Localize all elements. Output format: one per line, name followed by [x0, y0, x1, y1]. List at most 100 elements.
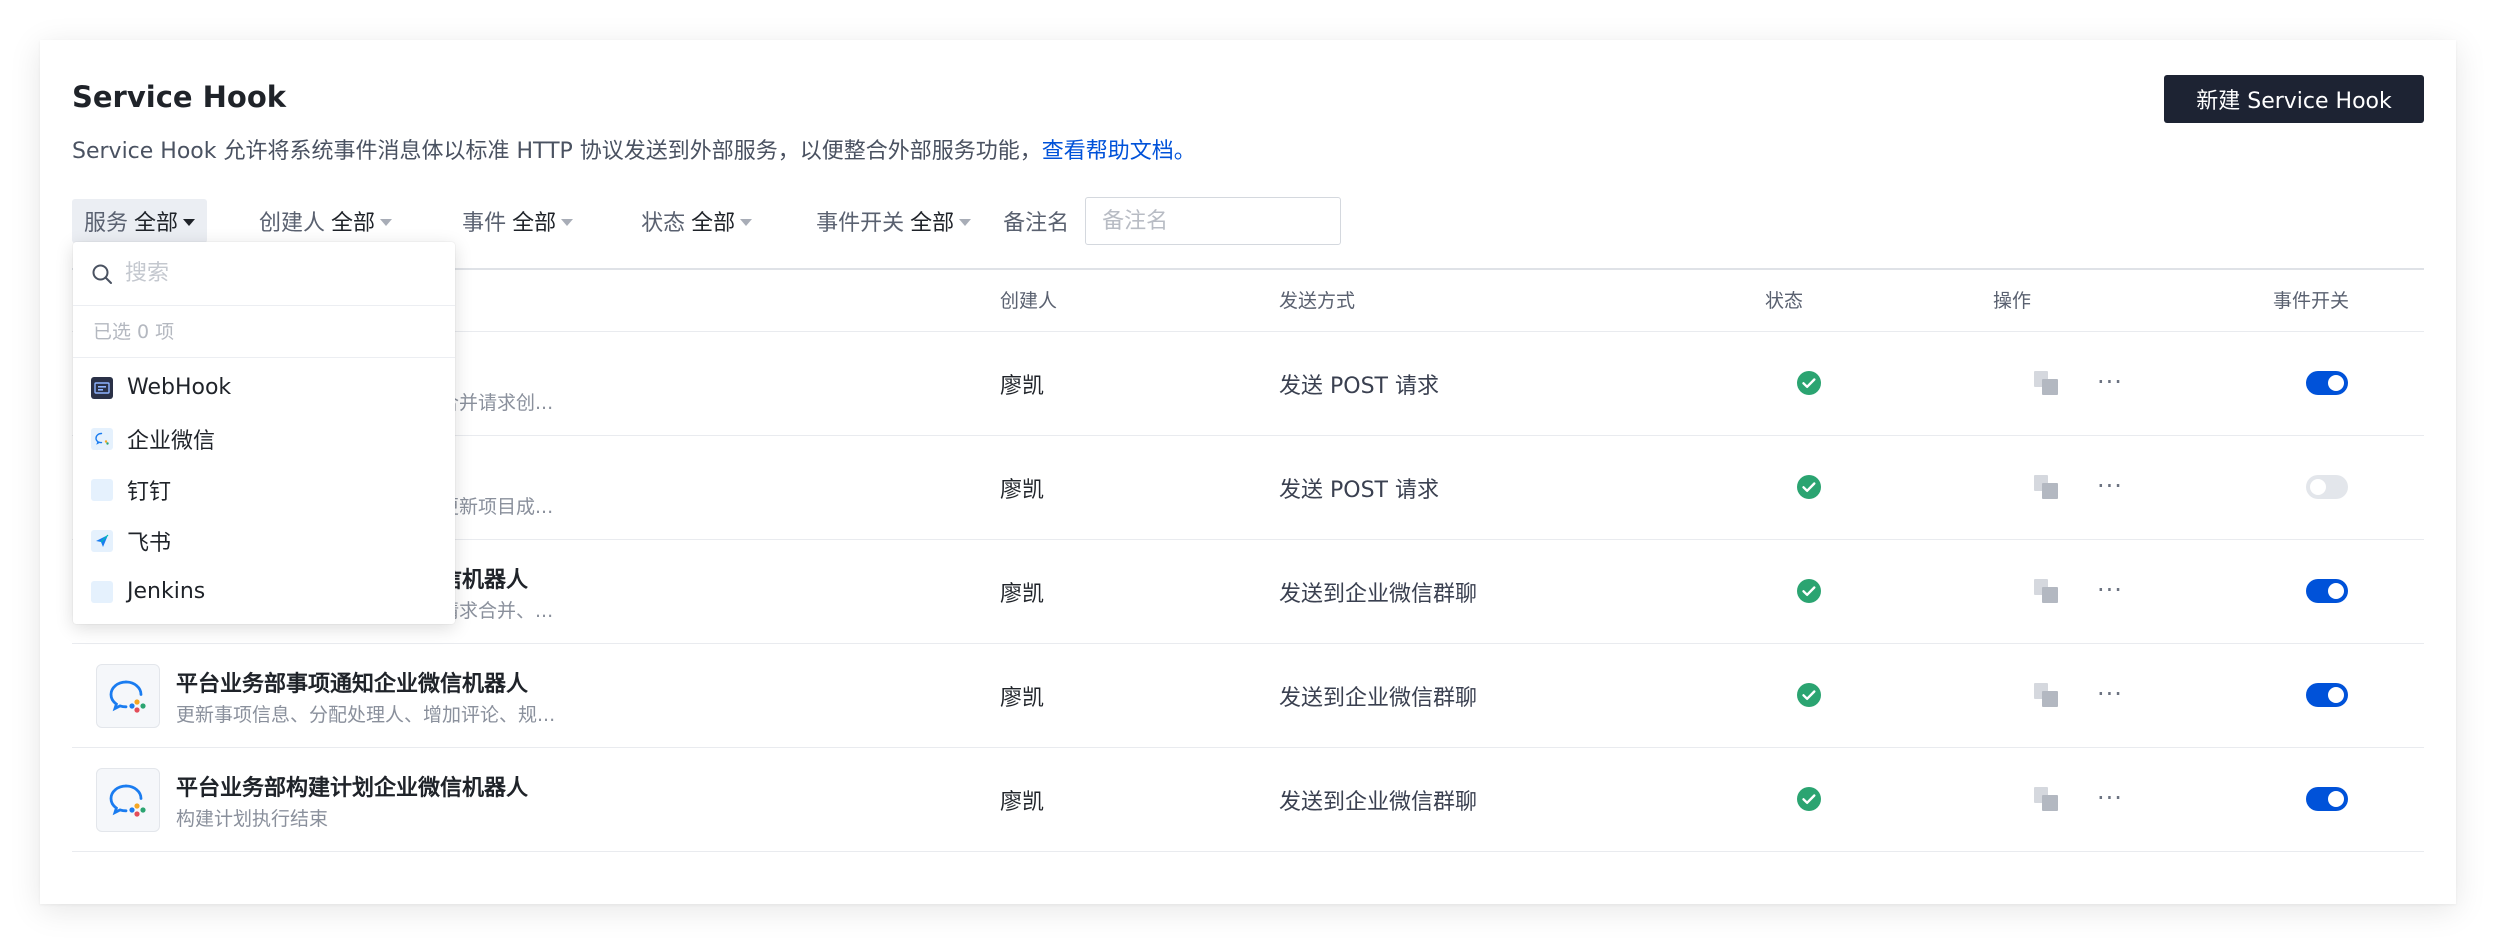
column-creator: 创建人 — [1000, 290, 1058, 312]
webhook-icon — [91, 376, 113, 399]
success-check-icon — [1797, 371, 1821, 401]
toggle-track — [2306, 787, 2348, 811]
more-icon[interactable]: ··· — [2097, 368, 2123, 396]
table-row[interactable]: 平台业务部事项通知企业微信机器人 更新事项信息、分配处理人、增加评论、规... … — [72, 644, 2424, 748]
caret-down-icon — [740, 218, 753, 226]
column-method: 发送方式 — [1279, 290, 1356, 312]
help-doc-link[interactable]: 查看帮助文档。 — [1042, 139, 1196, 164]
note-filter-label: 备注名 — [1003, 211, 1070, 236]
filter-event-switch-value: 全部 — [910, 211, 955, 236]
service-option-webhook[interactable]: WebHook — [73, 362, 455, 413]
hook-desc: 请求合并、... — [440, 600, 554, 622]
wecom-icon — [91, 427, 113, 450]
toggle-knob — [2328, 375, 2344, 391]
hook-method: 发送 POST 请求 — [1279, 478, 1439, 503]
column-event-switch: 事件开关 — [2273, 290, 2350, 312]
hook-desc: 构建计划执行结束 — [176, 808, 329, 830]
service-option-label: 企业微信 — [127, 428, 216, 454]
success-check-icon — [1797, 787, 1821, 817]
caret-down-icon — [561, 218, 574, 226]
hook-creator: 廖凯 — [1000, 582, 1045, 607]
table-row[interactable]: 平台业务部构建计划企业微信机器人 构建计划执行结束 廖凯 发送到企业微信群聊 ·… — [72, 748, 2424, 852]
event-switch-toggle[interactable] — [2306, 475, 2348, 499]
filter-status-label: 状态 — [641, 211, 686, 236]
dingtalk-icon — [91, 478, 113, 501]
page-description: Service Hook 允许将系统事件消息体以标准 HTTP 协议发送到外部服… — [72, 133, 1196, 165]
service-option-label: 飞书 — [127, 530, 172, 556]
service-hook-card: Service Hook Service Hook 允许将系统事件消息体以标准 … — [40, 40, 2456, 904]
copy-icon[interactable] — [2033, 474, 2059, 506]
note-filter-input[interactable] — [1085, 197, 1342, 245]
copy-icon[interactable] — [2033, 578, 2059, 610]
hook-creator: 廖凯 — [1000, 374, 1045, 399]
toggle-knob — [2310, 479, 2326, 495]
service-option-list: WebHook 企业微信 钉钉 飞书 Jenkins — [73, 358, 455, 617]
new-service-hook-button[interactable]: 新建 Service Hook — [2164, 75, 2424, 123]
column-status: 状态 — [1765, 290, 1804, 312]
copy-icon[interactable] — [2033, 682, 2059, 714]
copy-icon[interactable] — [2033, 786, 2059, 818]
toggle-track — [2306, 683, 2348, 707]
service-option-label: 钉钉 — [127, 479, 172, 505]
filter-status[interactable]: 状态 全部 — [629, 199, 764, 243]
filter-service-value: 全部 — [134, 211, 179, 236]
filter-service-label: 服务 — [84, 211, 129, 236]
filter-event-switch-label: 事件开关 — [816, 211, 905, 236]
service-option-dingtalk[interactable]: 钉钉 — [73, 464, 455, 515]
service-option-jenkins[interactable]: Jenkins — [73, 566, 455, 617]
more-icon[interactable]: ··· — [2097, 576, 2123, 604]
filter-creator-value: 全部 — [331, 211, 376, 236]
hook-desc: 合并请求创... — [440, 392, 554, 414]
hook-desc: 更新项目成... — [440, 496, 554, 518]
toggle-track — [2306, 371, 2348, 395]
more-icon[interactable]: ··· — [2097, 680, 2123, 708]
event-switch-toggle[interactable] — [2306, 683, 2348, 707]
caret-down-icon — [183, 218, 196, 226]
filter-service[interactable]: 服务 全部 — [72, 199, 208, 243]
success-check-icon — [1797, 475, 1821, 505]
copy-icon[interactable] — [2033, 370, 2059, 402]
filter-status-value: 全部 — [691, 211, 736, 236]
hook-method: 发送 POST 请求 — [1279, 374, 1439, 399]
filter-event-value: 全部 — [512, 211, 557, 236]
filter-event-label: 事件 — [462, 211, 507, 236]
filter-event-switch[interactable]: 事件开关 全部 — [804, 199, 983, 243]
service-filter-dropdown: 已选 0 项 WebHook 企业微信 钉钉 — [73, 242, 455, 624]
success-check-icon — [1797, 579, 1821, 609]
hook-method: 发送到企业微信群聊 — [1279, 686, 1478, 711]
filter-event[interactable]: 事件 全部 — [450, 199, 585, 243]
toggle-knob — [2328, 583, 2344, 599]
hook-name[interactable]: 平台业务部事项通知企业微信机器人 — [176, 666, 528, 698]
more-icon[interactable]: ··· — [2097, 784, 2123, 812]
jenkins-icon — [91, 580, 113, 603]
wecom-bot-icon — [96, 768, 160, 832]
dropdown-search-input[interactable] — [125, 261, 425, 286]
hook-creator: 廖凯 — [1000, 478, 1045, 503]
event-switch-toggle[interactable] — [2306, 579, 2348, 603]
hook-method: 发送到企业微信群聊 — [1279, 582, 1478, 607]
event-switch-toggle[interactable] — [2306, 787, 2348, 811]
service-option-wecom[interactable]: 企业微信 — [73, 413, 455, 464]
filter-creator-label: 创建人 — [259, 211, 326, 236]
toggle-track — [2306, 475, 2348, 499]
service-option-feishu[interactable]: 飞书 — [73, 515, 455, 566]
search-icon — [92, 264, 112, 284]
caret-down-icon — [959, 218, 972, 226]
hook-desc: 更新事项信息、分配处理人、增加评论、规... — [176, 704, 556, 726]
column-actions: 操作 — [1993, 290, 2032, 312]
feishu-icon — [91, 529, 113, 552]
toggle-knob — [2328, 687, 2344, 703]
hook-method: 发送到企业微信群聊 — [1279, 790, 1478, 815]
toggle-track — [2306, 579, 2348, 603]
more-icon[interactable]: ··· — [2097, 472, 2123, 500]
description-text: Service Hook 允许将系统事件消息体以标准 HTTP 协议发送到外部服… — [72, 139, 1042, 164]
success-check-icon — [1797, 683, 1821, 713]
filter-bar: 服务 全部 创建人 全部 事件 全部 状态 全部 事件开关 全部 备注名 — [72, 197, 1342, 245]
selected-count: 已选 0 项 — [73, 306, 455, 358]
wecom-bot-icon — [96, 664, 160, 728]
filter-creator[interactable]: 创建人 全部 — [247, 199, 404, 243]
event-switch-toggle[interactable] — [2306, 371, 2348, 395]
service-option-label: Jenkins — [127, 579, 206, 604]
caret-down-icon — [380, 218, 393, 226]
hook-name[interactable]: 平台业务部构建计划企业微信机器人 — [176, 770, 528, 802]
